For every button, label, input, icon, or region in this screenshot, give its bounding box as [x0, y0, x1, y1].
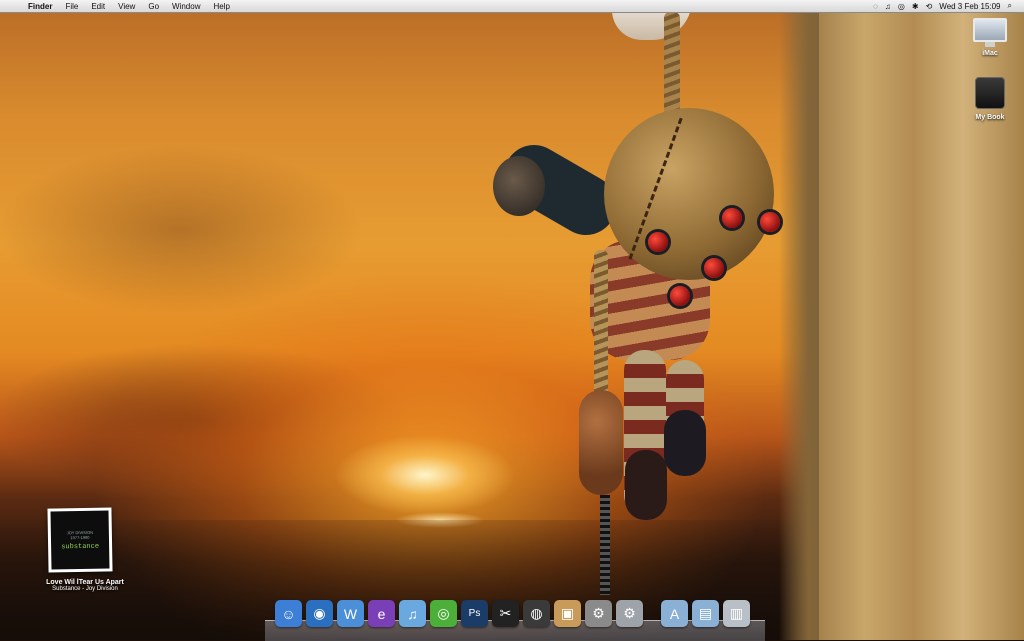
automator-icon[interactable]: ⚙ — [585, 600, 612, 627]
album-cover: JOY DIVISION 1977-1980 substance — [47, 507, 113, 573]
doll-foot — [625, 450, 667, 520]
album-years-small: 1977-1980 — [70, 534, 90, 540]
red-knob — [648, 232, 668, 252]
doll-foot — [664, 410, 706, 476]
album-logo: substance — [61, 542, 100, 551]
red-knob — [722, 208, 742, 228]
dock-separator — [647, 600, 657, 627]
dock: ☺ ◉ We ♫ ◎ Ps ✂ ◍ ▣ ⚙ ⚙ A ▤ ▥ — [265, 598, 765, 641]
menu-clock[interactable]: Wed 3 Feb 15:09 — [939, 2, 1000, 11]
external-drive-icon — [975, 77, 1005, 109]
dreamweaver-icon[interactable]: W — [337, 600, 364, 627]
preview-icon[interactable]: ▣ — [554, 600, 581, 627]
now-playing-album-art[interactable]: JOY DIVISION 1977-1980 substance — [47, 507, 118, 576]
doll-hand — [493, 156, 545, 216]
desktop-icon-my-book[interactable]: My Book — [966, 77, 1014, 121]
red-knob — [704, 258, 724, 278]
itunes-icon[interactable]: ♫ — [399, 600, 426, 627]
documents-folder-icon[interactable]: ▤ — [692, 600, 719, 627]
sync-icon[interactable]: ◌ — [873, 2, 878, 11]
music-icon[interactable]: ♫ — [885, 2, 891, 11]
menu-view[interactable]: View — [118, 2, 135, 11]
track-album-artist: Substance - Joy Division — [52, 586, 118, 592]
fireworks-icon[interactable]: e — [368, 600, 395, 627]
bluetooth-icon[interactable]: ✱ — [912, 2, 919, 11]
final-cut-icon[interactable]: ✂ — [492, 600, 519, 627]
aperture-icon[interactable]: ◍ — [523, 600, 550, 627]
applications-folder-icon[interactable]: A — [661, 600, 688, 627]
menu-help[interactable]: Help — [213, 2, 229, 11]
imac-icon — [968, 18, 1012, 47]
safari-icon[interactable]: ◉ — [306, 600, 333, 627]
menu-file[interactable]: File — [65, 2, 78, 11]
finder-icon[interactable]: ☺ — [275, 600, 302, 627]
desktop-icon-label: iMac — [982, 50, 998, 57]
red-knob — [670, 286, 690, 306]
red-knob — [760, 212, 780, 232]
photoshop-icon[interactable]: Ps — [461, 600, 488, 627]
spotlight-icon[interactable]: ⌕ — [1008, 1, 1012, 11]
menu-bar: Finder File Edit View Go Window Help ◌ ♫… — [0, 0, 1024, 13]
menu-edit[interactable]: Edit — [91, 2, 105, 11]
microphone-cord — [600, 495, 610, 595]
desktop-icon-label: My Book — [975, 114, 1005, 121]
network-icon[interactable]: ◎ — [898, 2, 905, 11]
track-title: Love Wil lTear Us Apart — [46, 579, 124, 586]
microphone — [579, 390, 623, 495]
feed-reader-icon[interactable]: ◎ — [430, 600, 457, 627]
menu-app-name[interactable]: Finder — [28, 2, 52, 11]
rope — [664, 12, 680, 117]
trash-icon[interactable]: ▥ — [723, 600, 750, 627]
now-playing-caption: Love Wil lTear Us Apart Substance - Joy … — [30, 579, 140, 592]
menu-go[interactable]: Go — [148, 2, 159, 11]
rope — [594, 250, 608, 400]
status-area: ◌ ♫ ◎ ✱ ⟲ Wed 3 Feb 15:09 ⌕ — [873, 0, 1012, 12]
menu-window[interactable]: Window — [172, 2, 200, 11]
desktop-icon-imac[interactable]: iMac — [968, 18, 1012, 57]
dock-items: ☺ ◉ We ♫ ◎ Ps ✂ ◍ ▣ ⚙ ⚙ A ▤ ▥ — [275, 600, 750, 627]
desktop-wallpaper — [0, 0, 1024, 640]
time-machine-icon[interactable]: ⟲ — [926, 2, 933, 11]
system-preferences-icon[interactable]: ⚙ — [616, 600, 643, 627]
